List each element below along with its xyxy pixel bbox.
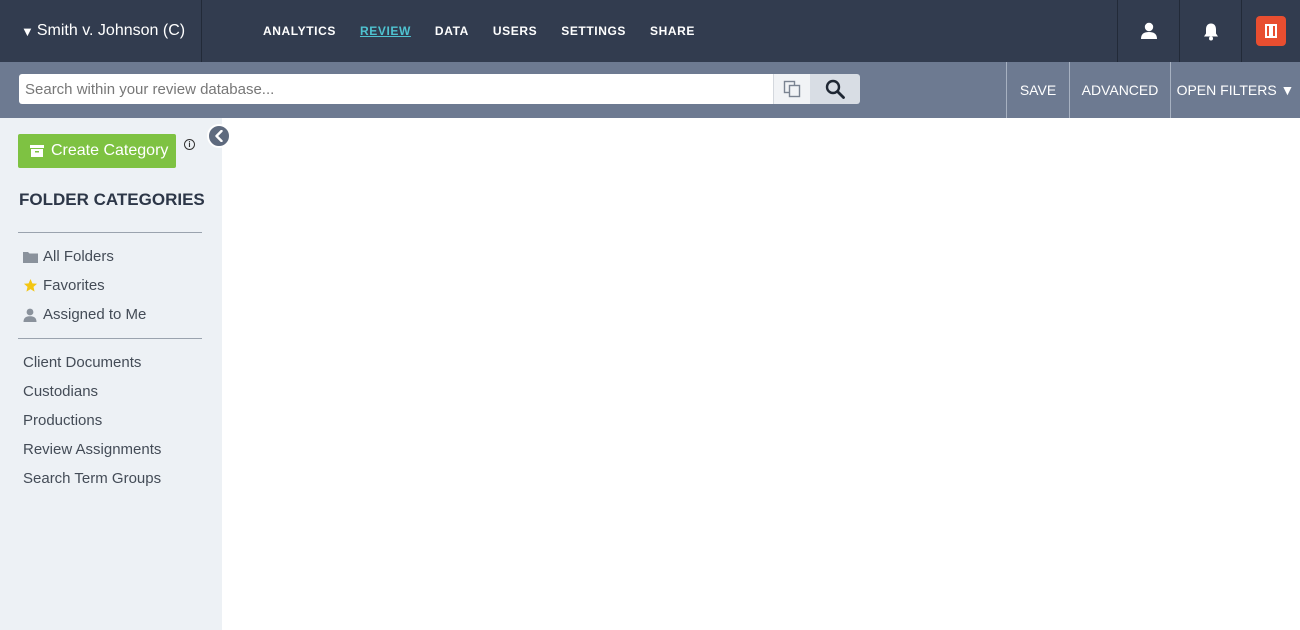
app-logo [1256, 16, 1286, 46]
nav-data[interactable]: DATA [435, 24, 469, 38]
case-name: Smith v. Johnson (C) [36, 22, 186, 39]
user-icon [1140, 22, 1157, 39]
top-navigation-bar: ▼ Smith v. Johnson (C) ANALYTICS REVIEW … [0, 0, 1300, 62]
copy-search-button[interactable] [773, 74, 810, 104]
star-icon [23, 278, 39, 293]
main-nav: ANALYTICS REVIEW DATA USERS SETTINGS SHA… [263, 0, 719, 62]
sidebar-item-all-folders[interactable]: All Folders [23, 248, 114, 265]
folder-sidebar: Create Category i FOLDER CATEGORIES All … [0, 118, 222, 630]
create-category-button[interactable]: Create Category [18, 134, 176, 168]
nav-share[interactable]: SHARE [650, 24, 695, 38]
caret-down-icon: ▼ [21, 23, 34, 39]
search-box [19, 74, 860, 104]
advanced-search-button[interactable]: ADVANCED [1069, 62, 1170, 118]
sidebar-item-label: All Folders [43, 248, 114, 265]
info-icon[interactable]: i [184, 139, 195, 150]
create-category-label: Create Category [51, 142, 169, 159]
sidebar-item-productions[interactable]: Productions [23, 412, 102, 429]
sidebar-item-client-documents[interactable]: Client Documents [23, 354, 141, 371]
nav-users[interactable]: USERS [493, 24, 537, 38]
save-search-button[interactable]: SAVE [1006, 62, 1069, 118]
collapse-sidebar-button[interactable] [207, 124, 231, 148]
copy-icon [783, 80, 801, 98]
search-button[interactable] [810, 74, 860, 104]
sidebar-item-label: Assigned to Me [43, 306, 147, 323]
case-selector[interactable]: ▼ Smith v. Johnson (C) [0, 0, 202, 62]
app-logo-button[interactable] [1241, 0, 1300, 62]
sidebar-item-custodians[interactable]: Custodians [23, 383, 98, 400]
archive-icon [30, 145, 44, 157]
sidebar-item-favorites[interactable]: Favorites [23, 277, 105, 294]
sidebar-item-search-term-groups[interactable]: Search Term Groups [23, 470, 161, 487]
person-icon [23, 308, 39, 322]
divider [18, 338, 202, 339]
nav-analytics[interactable]: ANALYTICS [263, 24, 336, 38]
chevron-left-icon [215, 130, 223, 142]
divider [18, 232, 202, 233]
open-filters-button[interactable]: OPEN FILTERS ▼ [1170, 62, 1300, 118]
search-input[interactable] [19, 74, 773, 104]
nav-review[interactable]: REVIEW [360, 24, 411, 38]
search-icon [825, 79, 845, 99]
main-content-area [222, 118, 1300, 630]
logo-mark-icon [1265, 24, 1277, 38]
bell-icon [1203, 23, 1218, 40]
notifications-button[interactable] [1179, 0, 1241, 62]
sidebar-item-review-assignments[interactable]: Review Assignments [23, 441, 161, 458]
sidebar-title: FOLDER CATEGORIES [19, 190, 205, 209]
user-menu-button[interactable] [1117, 0, 1179, 62]
sidebar-item-label: Favorites [43, 277, 105, 294]
nav-settings[interactable]: SETTINGS [561, 24, 626, 38]
search-toolbar: SAVE ADVANCED OPEN FILTERS ▼ [0, 62, 1300, 118]
sidebar-item-assigned-to-me[interactable]: Assigned to Me [23, 306, 146, 323]
folder-icon [23, 251, 39, 263]
